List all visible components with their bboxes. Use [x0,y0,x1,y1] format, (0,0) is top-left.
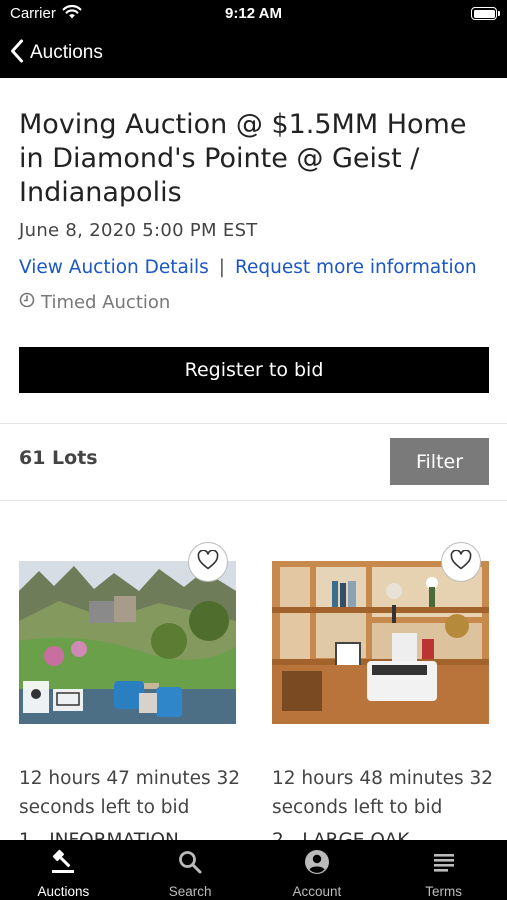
tab-terms[interactable]: Terms [380,840,507,900]
gavel-icon [49,849,77,879]
tab-label: Terms [425,884,462,899]
divider [0,500,507,501]
tab-bar: Auctions Search Account Terms [0,840,507,900]
link-separator: | [218,257,226,278]
tab-search[interactable]: Search [127,840,254,900]
clock-icon [19,292,41,313]
favorite-button[interactable] [441,542,481,582]
battery-icon [471,7,500,20]
heart-icon [450,549,472,574]
tab-auctions[interactable]: Auctions [0,840,127,900]
filter-button[interactable]: Filter [390,438,489,485]
back-label: Auctions [30,42,103,63]
tab-account[interactable]: Account [254,840,381,900]
tab-label: Auctions [37,884,90,899]
request-more-information-link[interactable]: Request more information [235,257,477,278]
auction-type: Timed Auction [19,292,489,313]
lot-time-left: 12 hours 48 minutes 32 seconds left to b… [272,768,494,818]
divider [0,423,507,424]
heart-icon [197,549,219,574]
status-bar: Carrier 9:12 AM [0,0,507,28]
auction-links: View Auction Details | Request more inform… [19,253,489,282]
lot-image[interactable] [19,561,236,724]
terms-icon [431,849,457,879]
auction-type-label: Timed Auction [41,292,171,313]
chevron-left-icon [10,39,24,67]
auction-date: June 8, 2020 5:00 PM EST [19,220,258,241]
tab-label: Account [292,884,342,899]
view-auction-details-link[interactable]: View Auction Details [19,257,209,278]
auction-title: Moving Auction @ $1.5MM Home in Diamond'… [19,109,467,208]
back-button[interactable]: Auctions [10,39,103,67]
search-icon [177,849,203,879]
lots-count: 61 Lots [19,447,98,469]
lot-image[interactable] [272,561,489,724]
lot-time-left: 12 hours 47 minutes 32 seconds left to b… [19,768,241,818]
clock: 9:12 AM [225,5,282,22]
register-to-bid-button[interactable]: Register to bid [19,347,489,393]
favorite-button[interactable] [188,542,228,582]
auction-header: Moving Auction @ $1.5MM Home in Diamond'… [19,108,489,313]
navigation-bar: Auctions [0,28,507,78]
account-icon [304,849,330,879]
tab-label: Search [168,884,212,899]
